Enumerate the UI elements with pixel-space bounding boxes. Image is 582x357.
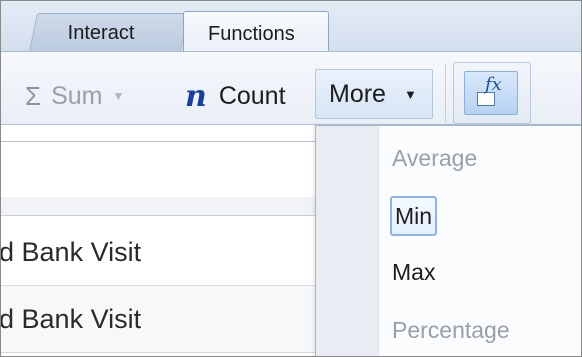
menu-item-max-label: Max: [392, 258, 436, 285]
menu-item-min-label: Min: [395, 202, 433, 229]
tab-interact[interactable]: Interact: [28, 13, 190, 51]
menu-item-average: Average: [392, 140, 477, 176]
table-row[interactable]: od Bank Visit: [1, 219, 315, 286]
fx-icon: fx: [485, 74, 502, 95]
menu-item-percentage: Percentage: [392, 312, 510, 348]
menu-icon-gutter: [316, 126, 379, 356]
sigma-icon: Σ: [25, 80, 42, 111]
menu-item-average-label: Average: [392, 144, 478, 171]
menu-item-percentage-label: Percentage: [392, 316, 510, 343]
more-label: More: [329, 79, 386, 108]
table-cell: od Bank Visit: [0, 303, 142, 334]
app-window: Interact Functions Σ Sum ▼ n Count More …: [0, 0, 582, 357]
grid-header-band: [1, 197, 315, 216]
table-cell: od Bank Visit: [0, 236, 142, 267]
menu-item-max[interactable]: Max: [392, 254, 435, 290]
insert-function-button[interactable]: fx: [464, 71, 518, 115]
ribbon-toolbar: Σ Sum ▼ n Count More ▼ fx: [1, 51, 581, 125]
more-functions-dropdown-menu: Average Min Max Percentage: [315, 125, 581, 356]
ribbon-tab-strip: Interact Functions: [1, 1, 581, 52]
sum-button[interactable]: Σ Sum ▼: [25, 78, 124, 114]
count-n-icon: n: [185, 78, 207, 114]
ribbon-separator: [445, 64, 446, 122]
count-button[interactable]: n Count: [185, 78, 286, 114]
chevron-down-icon[interactable]: ▼: [112, 89, 124, 103]
formula-input-field[interactable]: [1, 141, 315, 199]
tab-functions[interactable]: Functions: [183, 11, 329, 52]
menu-item-min[interactable]: Min: [390, 196, 438, 236]
tab-functions-label: Functions: [208, 23, 295, 45]
sum-label: Sum: [51, 81, 103, 110]
table-row[interactable]: od Bank Visit: [1, 286, 315, 353]
chevron-down-icon: ▼: [403, 86, 417, 102]
count-label: Count: [218, 81, 286, 110]
more-button[interactable]: More ▼: [315, 69, 433, 119]
tab-interact-label: Interact: [67, 22, 135, 44]
insert-function-group: fx: [453, 62, 531, 124]
